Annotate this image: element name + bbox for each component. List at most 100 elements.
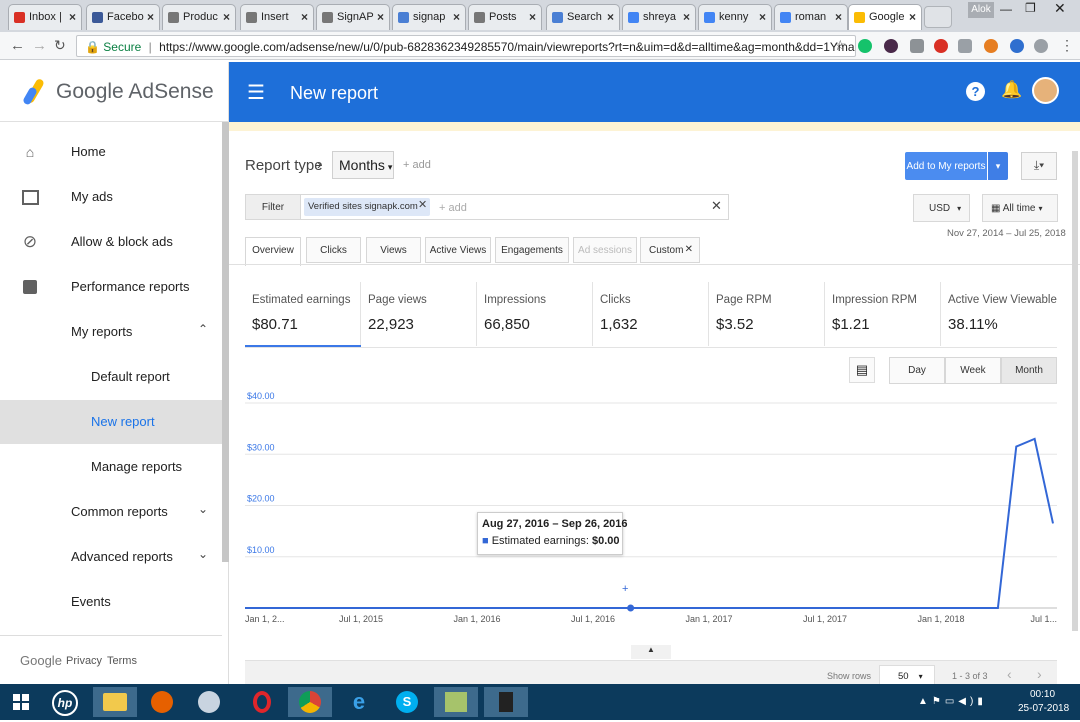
close-tab-icon[interactable]: × — [835, 10, 842, 24]
terms-link[interactable]: Terms — [107, 655, 137, 667]
extension-icon[interactable] — [884, 39, 898, 53]
avatar[interactable] — [1032, 77, 1059, 104]
browser-tab[interactable]: SignAP × — [316, 4, 390, 30]
close-tab-icon[interactable]: × — [607, 10, 614, 24]
url-field[interactable]: 🔒 Secure | https://www.google.com/adsens… — [76, 35, 856, 57]
new-tab-button[interactable] — [924, 6, 952, 28]
extension-icon[interactable] — [958, 39, 972, 53]
main-scrollbar[interactable] — [1072, 151, 1078, 631]
sidebar-item-new-report[interactable]: New report — [0, 400, 222, 444]
firefox-icon[interactable] — [140, 687, 184, 717]
adsense-logo[interactable]: Google AdSense — [0, 62, 229, 122]
browser-tab[interactable]: shreya × — [622, 4, 696, 30]
sidebar-item-common-reports[interactable]: Common reports ⌄ — [0, 490, 222, 534]
tab-active-views[interactable]: Active Views — [425, 237, 491, 263]
browser-tab[interactable]: kenny × — [698, 4, 772, 30]
annotation-add-icon[interactable]: + — [622, 583, 628, 595]
notifications-bell-icon[interactable]: 🔔 — [1001, 80, 1022, 100]
internet-explorer-icon[interactable]: e — [337, 687, 381, 717]
browser-tab[interactable]: Facebo × — [86, 4, 160, 30]
browser-tab[interactable]: Inbox | × — [8, 4, 82, 30]
metric-card[interactable]: Impressions 66,850 — [477, 282, 593, 346]
browser-tab[interactable]: Insert × — [240, 4, 314, 30]
back-icon[interactable]: ← — [10, 37, 25, 54]
close-tab-icon[interactable]: × — [147, 10, 154, 24]
browser-tab[interactable]: Search × — [546, 4, 620, 30]
sidebar-scrollbar[interactable] — [222, 122, 229, 562]
annotation-icon[interactable]: ▤ — [849, 357, 875, 383]
reload-icon[interactable]: ↻ — [54, 37, 66, 54]
granularity-week[interactable]: Week — [945, 357, 1001, 384]
metric-card[interactable]: Impression RPM $1.21 — [825, 282, 941, 346]
tab-views[interactable]: Views — [366, 237, 421, 263]
tab-clicks[interactable]: Clicks — [306, 237, 361, 263]
download-icon[interactable]: ⤓▾ — [1021, 152, 1057, 180]
sidebar-item-performance-reports[interactable]: Performance reports — [0, 265, 222, 309]
report-type-dropdown[interactable]: Months ▾ — [332, 151, 394, 179]
sidebar-item-my-reports[interactable]: My reports ⌃ — [0, 310, 222, 354]
prev-page-icon[interactable]: ‹ — [1007, 666, 1012, 682]
close-tab-icon[interactable]: × — [453, 10, 460, 24]
sidebar-item-manage-reports[interactable]: Manage reports — [0, 445, 222, 489]
extension-icon[interactable] — [934, 39, 948, 53]
metric-card[interactable]: Active View Viewable 38.11% — [941, 282, 1057, 346]
minimize-icon[interactable]: — — [1000, 2, 1012, 16]
extension-icon[interactable] — [1010, 39, 1024, 53]
app-icon[interactable] — [434, 687, 478, 717]
tab-custom[interactable]: Custom ✕ — [640, 237, 700, 263]
browser-tab[interactable]: signap × — [392, 4, 466, 30]
clear-filters-icon[interactable]: ✕ — [711, 198, 722, 214]
metric-card[interactable]: Clicks 1,632 — [593, 282, 709, 346]
system-tray-icons[interactable]: ▲⚑▭◀)▮ — [918, 696, 987, 707]
sidebar-item-advanced-reports[interactable]: Advanced reports ⌄ — [0, 535, 222, 579]
close-tab-icon[interactable]: × — [759, 10, 766, 24]
sidebar-item-default-report[interactable]: Default report — [0, 355, 222, 399]
tab-overview[interactable]: Overview — [245, 237, 301, 266]
earnings-chart[interactable]: $40.00 $30.00 $20.00 $10.00 Jan 1, 2... Jul 1… — [229, 391, 1080, 631]
tab-ad-sessions[interactable]: Ad sessions — [573, 237, 637, 263]
browser-tab[interactable]: Produc × — [162, 4, 236, 30]
app-icon[interactable] — [484, 687, 528, 717]
help-icon[interactable]: ? — [966, 82, 985, 101]
skype-icon[interactable]: S — [385, 687, 429, 717]
close-tab-icon[interactable]: × — [377, 10, 384, 24]
collapse-chart-icon[interactable]: ▲ — [631, 645, 671, 659]
close-tab-icon[interactable]: × — [69, 10, 76, 24]
metric-card[interactable]: Page views 22,923 — [361, 282, 477, 346]
extension-icon[interactable] — [1034, 39, 1048, 53]
remove-tab-icon[interactable]: ✕ — [685, 244, 693, 255]
filter-chip[interactable]: Verified sites signapk.com — [304, 198, 430, 216]
tab-engagements[interactable]: Engagements — [495, 237, 569, 263]
sidebar-item-home[interactable]: ⌂ Home — [0, 130, 222, 174]
date-range-dropdown[interactable]: ▦ All time ▾ — [982, 194, 1058, 222]
granularity-day[interactable]: Day — [889, 357, 945, 384]
sidebar-item-my-ads[interactable]: My ads — [0, 175, 222, 219]
opera-icon[interactable] — [240, 687, 284, 717]
browser-tab[interactable]: Posts × — [468, 4, 542, 30]
remove-filter-icon[interactable]: ✕ — [418, 198, 427, 211]
sidebar-item-allow-block-ads[interactable]: ⊘ Allow & block ads — [0, 220, 222, 264]
close-tab-icon[interactable]: × — [683, 10, 690, 24]
metric-card[interactable]: Page RPM $3.52 — [709, 282, 825, 346]
close-tab-icon[interactable]: × — [909, 10, 916, 24]
close-tab-icon[interactable]: × — [301, 10, 308, 24]
maximize-icon[interactable]: ❐ — [1025, 1, 1036, 15]
window-close-icon[interactable]: ✕ — [1054, 0, 1066, 17]
profile-name[interactable]: Alok — [968, 2, 994, 18]
close-tab-icon[interactable]: × — [529, 10, 536, 24]
windows-start-icon[interactable] — [0, 687, 42, 717]
add-to-my-reports-button[interactable]: Add to My reports — [905, 152, 987, 180]
grammarly-extension-icon[interactable] — [858, 39, 872, 53]
next-page-icon[interactable]: › — [1037, 666, 1042, 682]
dropdown-arrow-icon[interactable]: ▾ — [988, 152, 1008, 180]
currency-dropdown[interactable]: USD ▾ — [913, 194, 970, 222]
forward-icon[interactable]: → — [32, 37, 47, 54]
add-filter-link[interactable]: + add — [439, 202, 467, 214]
paint-icon[interactable] — [187, 687, 231, 717]
hamburger-menu-icon[interactable]: ☰ — [247, 80, 265, 105]
file-explorer-icon[interactable] — [93, 687, 137, 717]
browser-tab[interactable]: Google × — [848, 4, 922, 30]
extension-icon[interactable] — [984, 39, 998, 53]
bookmark-star-icon[interactable]: ☆ — [834, 37, 847, 54]
extension-icon[interactable] — [910, 39, 924, 53]
